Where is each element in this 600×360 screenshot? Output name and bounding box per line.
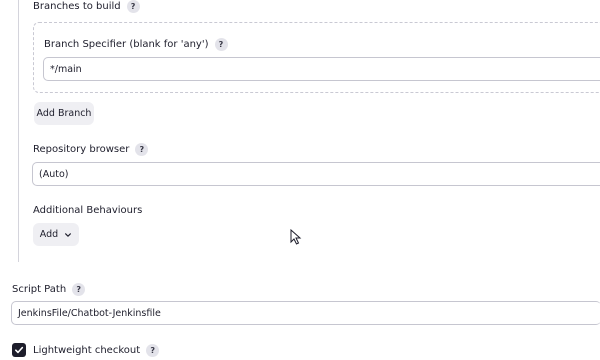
add-behaviour-button[interactable]: Add <box>33 223 79 246</box>
additional-behaviours-label: Additional Behaviours <box>33 205 143 216</box>
help-icon[interactable]: ? <box>214 38 228 51</box>
repository-browser-select[interactable]: (Auto) <box>32 162 600 186</box>
add-branch-button[interactable]: Add Branch <box>34 102 94 125</box>
repository-browser-label: Repository browser ? <box>33 143 149 156</box>
branch-specifier-label: Branch Specifier (blank for 'any') ? <box>44 38 228 51</box>
mouse-cursor-icon <box>290 229 302 245</box>
lightweight-checkout-label: Lightweight checkout ? <box>33 344 160 357</box>
branch-specifier-input[interactable]: */main <box>43 57 600 81</box>
help-icon[interactable]: ? <box>72 283 86 296</box>
help-icon[interactable]: ? <box>126 0 140 13</box>
help-icon[interactable]: ? <box>135 143 149 156</box>
lightweight-checkout-checkbox[interactable] <box>12 343 26 357</box>
branches-to-build-label: Branches to build ? <box>33 0 140 13</box>
section-divider <box>18 0 19 262</box>
script-path-label: Script Path ? <box>12 283 86 296</box>
checkmark-icon <box>14 346 24 354</box>
help-icon[interactable]: ? <box>146 344 160 357</box>
script-path-input[interactable]: JenkinsFile/Chatbot-Jenkinsfile <box>11 301 600 325</box>
chevron-down-icon <box>65 232 72 237</box>
